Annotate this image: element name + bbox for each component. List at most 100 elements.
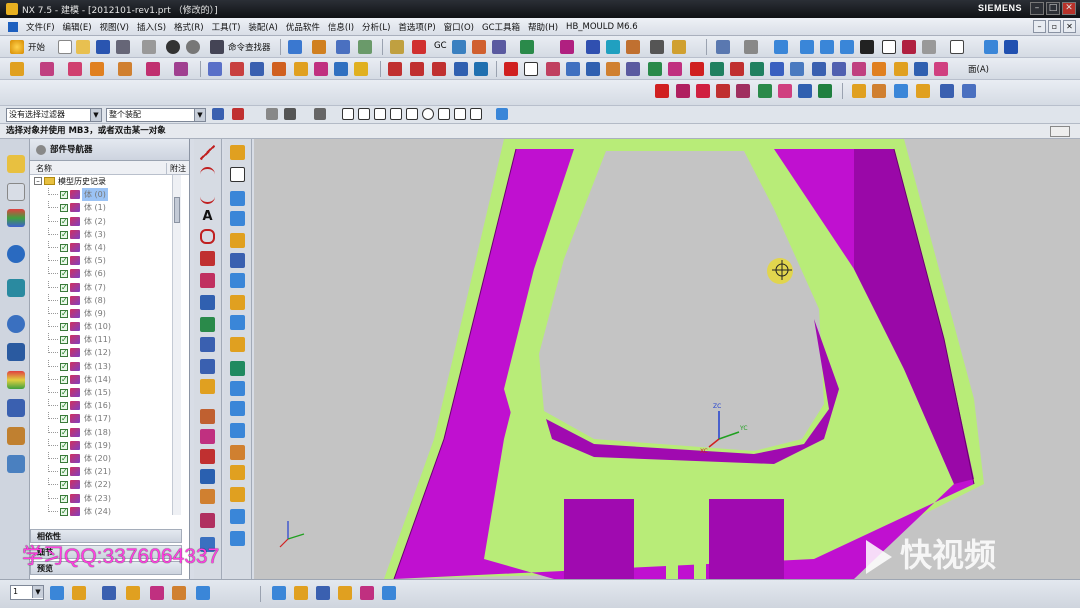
assembly-icon[interactable]: [272, 586, 286, 600]
smooth-spline-icon[interactable]: [200, 513, 215, 528]
distance-analysis-icon[interactable]: [798, 84, 812, 98]
menu-view[interactable]: 视图(V): [96, 21, 133, 33]
trimmed-sheet-icon[interactable]: [230, 423, 245, 438]
visibility-checkbox[interactable]: [60, 320, 68, 333]
tree-item-row[interactable]: 体 (0): [30, 188, 189, 202]
system-scenes-icon[interactable]: [7, 455, 25, 473]
menu-help[interactable]: 帮助(H): [524, 21, 562, 33]
visibility-checkbox[interactable]: [60, 333, 68, 346]
tree-item-row[interactable]: 体 (7): [30, 280, 189, 294]
divide-curve-icon[interactable]: [200, 429, 215, 444]
curvature-icon[interactable]: [818, 84, 832, 98]
snap-icon[interactable]: [1004, 40, 1018, 54]
sphere-icon[interactable]: [118, 62, 132, 76]
isoparametric-curve-icon[interactable]: [200, 359, 215, 374]
paste-face-icon[interactable]: [790, 62, 804, 76]
exploded-view-icon[interactable]: [360, 586, 374, 600]
measure-angle-icon[interactable]: [696, 84, 710, 98]
cross-section-icon[interactable]: [934, 62, 948, 76]
tree-item-row[interactable]: 体 (17): [30, 412, 189, 425]
chamfer-icon[interactable]: [472, 40, 486, 54]
tree-item-row[interactable]: 体 (3): [30, 227, 189, 241]
move-to-layer-icon[interactable]: [102, 586, 116, 600]
tree-item-row[interactable]: 体 (14): [30, 372, 189, 386]
palette-icon[interactable]: [7, 371, 25, 389]
helix-icon[interactable]: [200, 229, 215, 244]
visibility-checkbox[interactable]: [60, 439, 68, 452]
optimize-face-icon[interactable]: [872, 62, 886, 76]
menu-information[interactable]: 信息(I): [324, 21, 358, 33]
tree-item-row[interactable]: 体 (16): [30, 399, 189, 412]
curve-analysis-icon[interactable]: [736, 84, 750, 98]
reuse-library-icon[interactable]: [7, 245, 25, 263]
tree-item-row[interactable]: 体 (19): [30, 438, 189, 452]
sheet-icon[interactable]: [230, 167, 245, 182]
block-icon[interactable]: [40, 62, 54, 76]
mirror-face-icon[interactable]: [730, 62, 744, 76]
label-notch-icon[interactable]: [812, 62, 826, 76]
mirror-icon[interactable]: [586, 40, 600, 54]
menu-insert[interactable]: 插入(S): [133, 21, 170, 33]
tree-item-row[interactable]: 体 (18): [30, 425, 189, 439]
tree-item-row[interactable]: 体 (12): [30, 346, 189, 359]
rectangle-icon[interactable]: [504, 62, 518, 76]
visibility-checkbox[interactable]: [60, 346, 68, 359]
move-face-icon[interactable]: [606, 62, 620, 76]
reposition-icon[interactable]: [338, 586, 352, 600]
trim-body-icon[interactable]: [354, 62, 368, 76]
menu-preferences[interactable]: 首选项(P): [394, 21, 439, 33]
visibility-checkbox[interactable]: [60, 478, 68, 491]
pattern-face-icon[interactable]: [710, 62, 724, 76]
through-mesh-icon[interactable]: [230, 233, 245, 248]
through-curves-icon[interactable]: [230, 211, 245, 226]
cylinder-icon[interactable]: [68, 62, 82, 76]
copy-to-layer-icon[interactable]: [126, 586, 140, 600]
add-component-icon[interactable]: [294, 586, 308, 600]
general-select-icon[interactable]: [232, 108, 244, 120]
text-icon[interactable]: A: [200, 209, 215, 224]
spline-icon[interactable]: [454, 62, 468, 76]
menu-edit[interactable]: 编辑(E): [59, 21, 96, 33]
graphics-viewport[interactable]: ZC YC XC: [254, 139, 1080, 579]
replace-face-icon[interactable]: [566, 62, 580, 76]
constraint-navigator-icon[interactable]: [7, 183, 25, 201]
resize-blend-icon[interactable]: [914, 62, 928, 76]
point-icon[interactable]: [388, 62, 402, 76]
offset-curve-icon[interactable]: [200, 273, 215, 288]
cone-icon[interactable]: [90, 62, 104, 76]
tree-item-row[interactable]: 体 (8): [30, 293, 189, 307]
visibility-checkbox[interactable]: [60, 228, 68, 241]
wcs-icon[interactable]: [984, 40, 998, 54]
visibility-checkbox[interactable]: [60, 426, 68, 439]
linked-face-icon[interactable]: [690, 62, 704, 76]
tree-item-row[interactable]: 体 (10): [30, 320, 189, 333]
tree-root-row[interactable]: – 模型历史记录: [30, 175, 189, 188]
ruled-icon[interactable]: [230, 191, 245, 206]
snap-quadrant-icon[interactable]: [422, 108, 434, 120]
reorder-icon[interactable]: [852, 62, 866, 76]
sew-icon[interactable]: [250, 62, 264, 76]
arc-icon[interactable]: [200, 167, 215, 182]
thicken-icon[interactable]: [626, 40, 640, 54]
visibility-checkbox[interactable]: [60, 452, 68, 465]
minimize-button[interactable]: –: [1030, 2, 1044, 15]
lasso-select-icon[interactable]: [284, 108, 296, 120]
doc-restore-button[interactable]: ▫: [1048, 20, 1061, 33]
sketch-icon[interactable]: [288, 40, 302, 54]
layer-category-icon[interactable]: [150, 586, 164, 600]
undo-icon[interactable]: [166, 40, 180, 54]
delete-face-icon[interactable]: [586, 62, 600, 76]
open-folder-icon[interactable]: [76, 40, 90, 54]
feature-icon[interactable]: [10, 62, 24, 76]
menu-assembly[interactable]: 装配(A): [244, 21, 281, 33]
extrude-icon[interactable]: [312, 40, 326, 54]
trim-icon[interactable]: [650, 40, 664, 54]
global-shaping-icon[interactable]: [230, 509, 245, 524]
front-view-icon[interactable]: [820, 40, 834, 54]
electrode-icon[interactable]: [962, 84, 976, 98]
background-icon[interactable]: [950, 40, 964, 54]
copy-face-icon[interactable]: [750, 62, 764, 76]
menu-analysis[interactable]: 分析(L): [358, 21, 394, 33]
cut-icon[interactable]: [142, 40, 156, 54]
arc-icon[interactable]: [432, 62, 446, 76]
